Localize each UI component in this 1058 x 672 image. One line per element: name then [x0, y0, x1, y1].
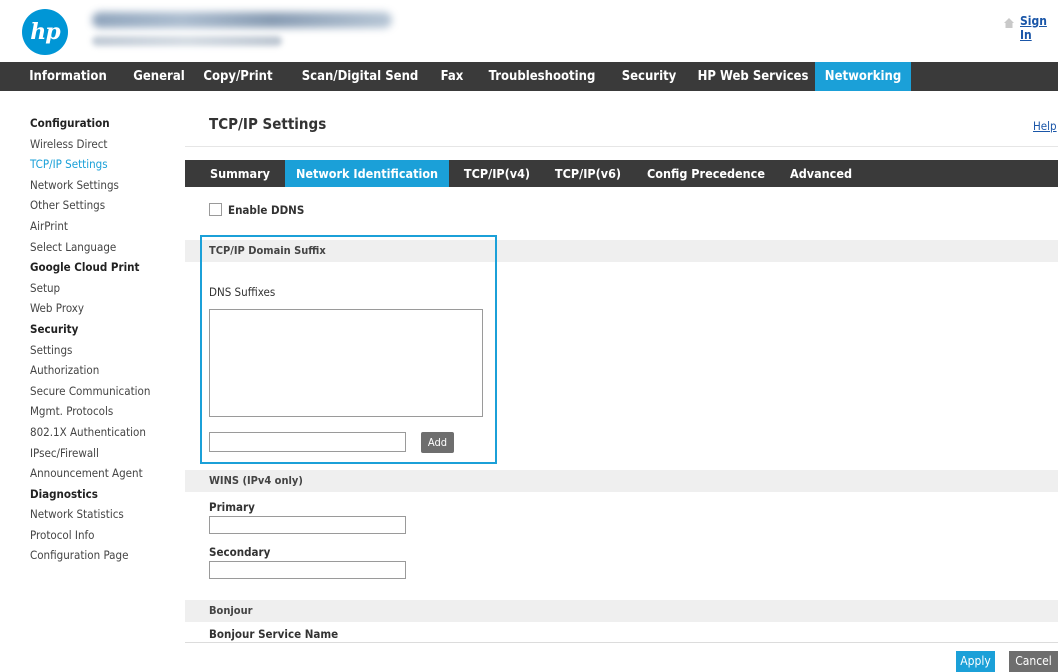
bonjour-section: Bonjour	[185, 600, 1058, 622]
subtab-config-precedence[interactable]: Config Precedence	[641, 160, 771, 187]
tab-information[interactable]: Information	[18, 62, 118, 91]
sidebar-heading-configuration: Configuration	[30, 116, 110, 130]
wins-primary-label: Primary	[209, 500, 255, 514]
sidebar-item-ipsec-firewall[interactable]: IPsec/Firewall	[30, 443, 180, 464]
bonjour-section-label: Bonjour	[209, 604, 253, 617]
sidebar-item-protocol-info[interactable]: Protocol Info	[30, 525, 180, 546]
sidebar-item-airprint[interactable]: AirPrint	[30, 216, 180, 237]
sidebar-item-tcpip-settings[interactable]: TCP/IP Settings	[30, 154, 180, 175]
subtab-tcpip-v4[interactable]: TCP/IP(v4)	[455, 160, 539, 187]
cancel-button[interactable]: Cancel	[1009, 651, 1058, 672]
enable-ddns-checkbox[interactable]	[209, 203, 222, 216]
sidebar-item-network-statistics[interactable]: Network Statistics	[30, 504, 180, 525]
enable-ddns-label: Enable DDNS	[228, 203, 305, 217]
sidebar-heading-security: Security	[30, 321, 79, 336]
home-icon[interactable]	[1003, 17, 1015, 29]
sidebar: Configuration Wireless Direct TCP/IP Set…	[30, 113, 180, 566]
tab-networking[interactable]: Networking	[815, 62, 911, 91]
help-link[interactable]: Help	[1033, 119, 1057, 133]
sidebar-item-wireless-direct[interactable]: Wireless Direct	[30, 134, 180, 155]
sidebar-item-secure-communication[interactable]: Secure Communication	[30, 381, 180, 402]
tab-fax[interactable]: Fax	[432, 62, 472, 91]
sub-nav: Summary Network Identification TCP/IP(v4…	[185, 160, 1058, 187]
device-address-redacted	[92, 36, 282, 46]
tab-copy-print[interactable]: Copy/Print	[190, 62, 286, 91]
sidebar-item-mgmt-protocols[interactable]: Mgmt. Protocols	[30, 401, 180, 422]
wins-section-label: WINS (IPv4 only)	[209, 474, 303, 487]
wins-secondary-input[interactable]	[209, 561, 406, 579]
header: hp Sign In	[0, 0, 1058, 62]
highlight-frame	[200, 235, 497, 464]
tab-security[interactable]: Security	[612, 62, 686, 91]
tab-scan-digital-send[interactable]: Scan/Digital Send	[292, 62, 428, 91]
title-divider	[185, 146, 1058, 147]
subtab-advanced[interactable]: Advanced	[781, 160, 861, 187]
sidebar-item-announcement-agent[interactable]: Announcement Agent	[30, 463, 180, 484]
tab-hp-web-services[interactable]: HP Web Services	[690, 62, 816, 91]
content-bottom-rule	[185, 642, 1058, 643]
device-name-redacted	[92, 12, 392, 28]
page-title: TCP/IP Settings	[209, 115, 327, 133]
sidebar-item-authorization[interactable]: Authorization	[30, 360, 180, 381]
apply-button[interactable]: Apply	[956, 651, 995, 672]
sidebar-heading-google-cloud-print: Google Cloud Print	[30, 260, 140, 275]
wins-secondary-label: Secondary	[209, 545, 271, 559]
tab-troubleshooting[interactable]: Troubleshooting	[478, 62, 606, 91]
sidebar-item-configuration-page[interactable]: Configuration Page	[30, 545, 180, 566]
sidebar-item-web-proxy[interactable]: Web Proxy	[30, 298, 180, 319]
subtab-tcpip-v6[interactable]: TCP/IP(v6)	[545, 160, 631, 187]
sidebar-item-settings[interactable]: Settings	[30, 340, 180, 361]
bonjour-service-name-label: Bonjour Service Name	[209, 627, 339, 641]
subtab-network-identification[interactable]: Network Identification	[285, 160, 449, 187]
sidebar-heading-diagnostics: Diagnostics	[30, 486, 98, 501]
sidebar-item-network-settings[interactable]: Network Settings	[30, 175, 180, 196]
sign-in-link[interactable]: Sign In	[1020, 14, 1058, 42]
tab-general[interactable]: General	[128, 62, 190, 91]
main-nav: Information General Copy/Print Scan/Digi…	[0, 62, 1058, 91]
sidebar-item-setup[interactable]: Setup	[30, 278, 180, 299]
wins-section: WINS (IPv4 only)	[185, 470, 1058, 492]
subtab-summary[interactable]: Summary	[202, 160, 278, 187]
wins-primary-input[interactable]	[209, 516, 406, 534]
sidebar-item-8021x-authentication[interactable]: 802.1X Authentication	[30, 422, 180, 443]
hp-logo: hp	[22, 9, 68, 55]
sidebar-item-other-settings[interactable]: Other Settings	[30, 195, 180, 216]
sidebar-item-select-language[interactable]: Select Language	[30, 237, 180, 258]
